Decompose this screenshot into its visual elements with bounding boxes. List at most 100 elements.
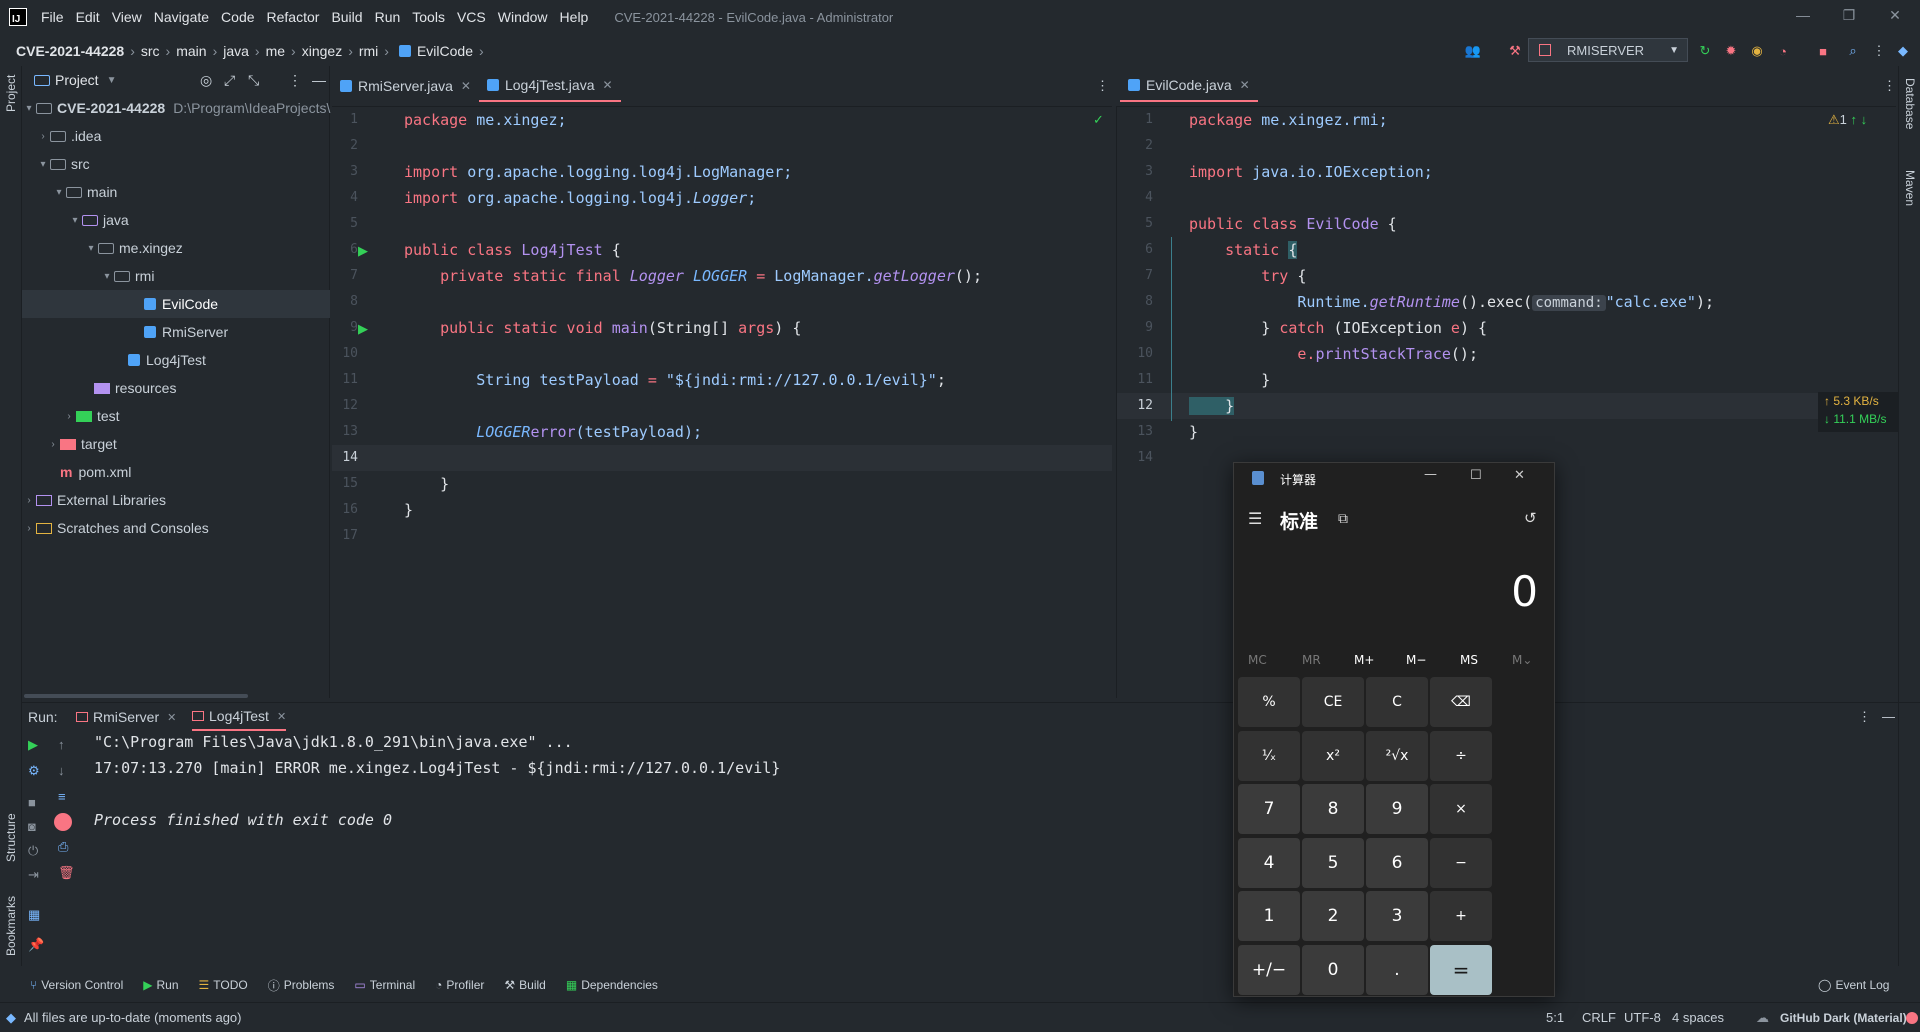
menu-vcs[interactable]: VCS	[451, 9, 492, 25]
tree-node-target[interactable]: › target	[46, 430, 116, 458]
tree-node-src[interactable]: ▾ src	[36, 150, 89, 178]
memory-add-button[interactable]: M+	[1354, 653, 1374, 667]
negate-button[interactable]: +/−	[1238, 944, 1300, 995]
minimize-icon[interactable]: —	[1780, 0, 1826, 30]
tool-dependencies[interactable]: ▦ Dependencies	[566, 978, 658, 992]
tab-rmiserver[interactable]: RmiServer.java ✕	[332, 70, 479, 102]
hide-icon[interactable]: —	[312, 72, 326, 88]
options-icon[interactable]: ⋮	[288, 72, 302, 89]
breadcrumb-main[interactable]: main	[176, 43, 206, 59]
multiply-button[interactable]: ×	[1430, 784, 1492, 834]
camera-icon[interactable]: ◙	[28, 819, 36, 834]
locate-icon[interactable]: ◎	[200, 72, 212, 89]
tabs-menu-icon[interactable]: ⋮	[1883, 78, 1896, 94]
coverage-icon[interactable]: ◉	[1748, 42, 1766, 60]
tool-problems[interactable]: ⓘ Problems	[268, 977, 335, 994]
pin-icon[interactable]: 📌	[28, 937, 44, 953]
memory-list-button[interactable]: M⌄	[1512, 653, 1532, 667]
tree-node-rmiserver[interactable]: RmiServer	[144, 318, 228, 346]
digit-1-button[interactable]: 1	[1238, 891, 1300, 941]
digit-3-button[interactable]: 3	[1366, 891, 1428, 941]
digit-2-button[interactable]: 2	[1302, 891, 1364, 941]
tree-node-resources[interactable]: resources	[94, 374, 176, 402]
close-icon[interactable]: ✕	[1514, 468, 1525, 483]
reciprocal-button[interactable]: ¹⁄ₓ	[1238, 730, 1300, 781]
settings-icon[interactable]: ⚙	[28, 763, 40, 779]
tree-node-external-libraries[interactable]: › External Libraries	[22, 486, 166, 514]
stop-icon[interactable]: ■	[1814, 42, 1832, 60]
database-tool-tab[interactable]: Database	[1903, 78, 1917, 129]
record-icon[interactable]	[54, 813, 72, 831]
breadcrumb-xingez[interactable]: xingez	[302, 43, 342, 59]
square-button[interactable]: x²	[1302, 730, 1364, 781]
breadcrumb-java[interactable]: java	[223, 43, 249, 59]
tool-run[interactable]: ▶ Run	[143, 978, 178, 992]
run-config-selector[interactable]: RMISERVER ▼	[1528, 38, 1688, 62]
breadcrumb-me[interactable]: me	[266, 43, 285, 59]
options-icon[interactable]: ⋮	[1858, 709, 1871, 725]
trash-icon[interactable]: 🗑	[58, 865, 75, 881]
breadcrumb-project[interactable]: CVE-2021-44228	[16, 43, 124, 59]
divide-button[interactable]: ÷	[1430, 730, 1492, 781]
tree-node-idea[interactable]: › .idea	[36, 122, 101, 150]
digit-5-button[interactable]: 5	[1302, 837, 1364, 888]
memory-clear-button[interactable]: MC	[1248, 653, 1267, 667]
backspace-button[interactable]: ⌫	[1430, 677, 1492, 727]
expand-icon[interactable]: ⤢	[224, 72, 235, 89]
structure-tool-tab[interactable]: Structure	[4, 813, 18, 862]
rerun-icon[interactable]: ▶	[28, 737, 38, 753]
tool-todo[interactable]: ☰ TODO	[199, 978, 248, 992]
tool-build[interactable]: ⚒ Build	[504, 978, 545, 992]
layout-icon[interactable]: ▦	[28, 907, 40, 923]
memory-store-button[interactable]: MS	[1460, 653, 1478, 667]
run-gutter-icon[interactable]: ▶	[358, 243, 368, 259]
caret-position[interactable]: 5:1	[1546, 1010, 1564, 1025]
chevron-down-icon[interactable]: ▼	[107, 75, 117, 86]
horizontal-scrollbar[interactable]	[24, 694, 248, 698]
tree-node-java[interactable]: ▾ java	[68, 206, 128, 234]
menu-refactor[interactable]: Refactor	[261, 9, 326, 25]
tabs-menu-icon[interactable]: ⋮	[1096, 78, 1109, 94]
run-tab-log4jtest[interactable]: Log4jTest ✕	[192, 703, 287, 731]
file-encoding[interactable]: UTF-8	[1624, 1010, 1661, 1025]
tree-node-scratches[interactable]: › Scratches and Consoles	[22, 514, 208, 542]
close-tab-icon[interactable]: ✕	[277, 710, 286, 723]
tree-node-evilcode[interactable]: EvilCode	[22, 290, 330, 318]
breadcrumb-rmi[interactable]: rmi	[359, 43, 378, 59]
rerun-icon[interactable]: ↻	[1696, 42, 1714, 60]
minimize-icon[interactable]: —	[1424, 467, 1437, 482]
tree-node-main[interactable]: ▾ main	[52, 178, 117, 206]
add-button[interactable]: +	[1430, 891, 1492, 941]
line-separator[interactable]: CRLF	[1582, 1010, 1616, 1025]
collapse-icon[interactable]: ⤡	[248, 72, 259, 89]
status-indicator-icon[interactable]	[1906, 1012, 1918, 1024]
breadcrumb-src[interactable]: src	[141, 43, 160, 59]
arrow-up-icon[interactable]: ↑	[58, 737, 65, 752]
bookmarks-tool-tab[interactable]: Bookmarks	[4, 896, 18, 956]
menu-build[interactable]: Build	[325, 9, 368, 25]
search-icon[interactable]: ⌕	[1844, 42, 1862, 60]
profile-icon[interactable]: ◔	[1774, 42, 1792, 60]
tree-node-log4jtest[interactable]: Log4jTest	[128, 346, 206, 374]
hide-icon[interactable]: —	[1882, 709, 1895, 724]
users-icon[interactable]: 👥	[1464, 42, 1482, 60]
menu-code[interactable]: Code	[215, 9, 260, 25]
menu-help[interactable]: Help	[554, 9, 595, 25]
theme-name[interactable]: GitHub Dark (Material)	[1780, 1011, 1907, 1025]
status-message[interactable]: All files are up-to-date (moments ago)	[24, 1010, 241, 1025]
digit-8-button[interactable]: 8	[1302, 784, 1364, 834]
close-tab-icon[interactable]: ✕	[1240, 78, 1250, 92]
memory-subtract-button[interactable]: M−	[1406, 653, 1426, 667]
equals-button[interactable]: =	[1430, 944, 1492, 995]
digit-4-button[interactable]: 4	[1238, 837, 1300, 888]
memory-recall-button[interactable]: MR	[1302, 653, 1321, 667]
tab-log4jtest[interactable]: Log4jTest.java ✕	[478, 70, 621, 102]
run-gutter-icon[interactable]: ▶	[358, 321, 368, 337]
tree-node-rmi[interactable]: ▾ rmi	[100, 262, 154, 290]
exit-icon[interactable]: ⇥	[28, 867, 39, 883]
close-tab-icon[interactable]: ✕	[461, 79, 471, 93]
hamburger-icon[interactable]: ☰	[1248, 509, 1262, 528]
digit-0-button[interactable]: 0	[1302, 944, 1364, 995]
hammer-icon[interactable]: ⚒	[1506, 42, 1524, 60]
project-panel-title[interactable]: Project	[55, 72, 99, 88]
